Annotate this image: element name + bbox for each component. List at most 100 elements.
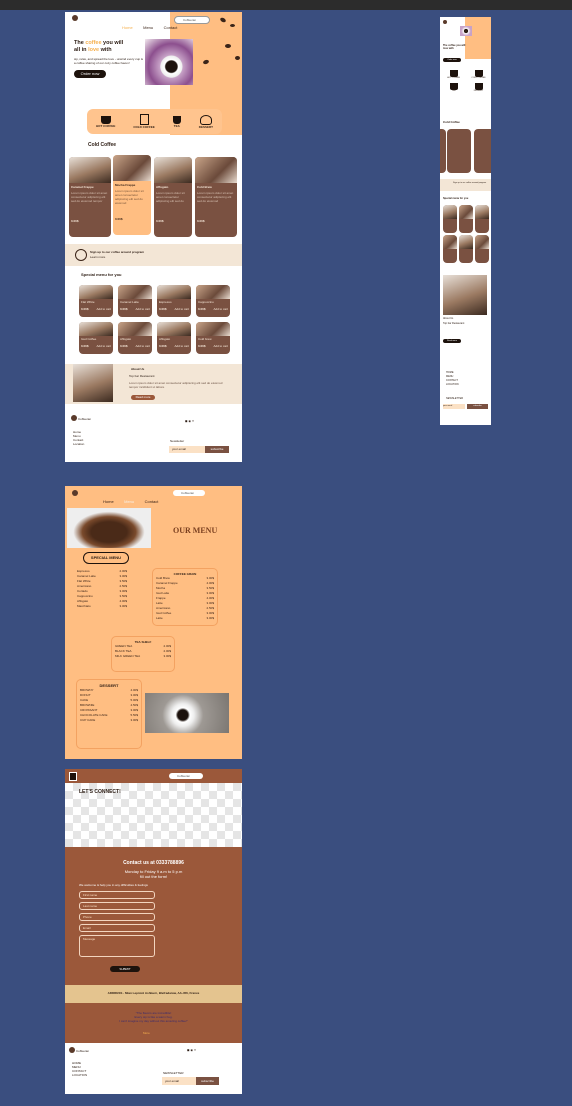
menu-logo-icon[interactable]: [72, 490, 78, 496]
category-tea[interactable]: TEA: [172, 115, 181, 128]
special-add-button[interactable]: Add to cart: [135, 344, 150, 348]
cold-card-3[interactable]: Cold Brew Lorem ipsum dolor sit amet cons…: [195, 157, 237, 237]
learn-more-link[interactable]: Learn more: [90, 255, 105, 259]
mobile-special-photo: [459, 205, 473, 219]
contact-logo-icon[interactable]: [69, 772, 77, 781]
cold-card-2[interactable]: Affogato Lorem ipsum dolor sit amet conse…: [154, 157, 192, 237]
category-dessert[interactable]: DESSERT: [199, 114, 213, 129]
mobile-special-card[interactable]: [443, 235, 457, 263]
search-input[interactable]: Coffeeran: [174, 16, 210, 24]
about-photo: [73, 364, 113, 402]
search-input[interactable]: Coffeeran: [173, 490, 205, 496]
contact-field-phone[interactable]: Phone: [79, 913, 155, 921]
special-item-price: 0.00$: [198, 307, 206, 311]
mobile-special-grid: [443, 205, 489, 263]
contact-field-first-name[interactable]: First name: [79, 891, 155, 899]
nav-menu[interactable]: Menu: [143, 25, 153, 30]
about-read-more-button[interactable]: Read more: [131, 395, 155, 400]
special-item-price: 0.00$: [120, 344, 128, 348]
category-hot-coffee[interactable]: HOT COFFEE: [96, 115, 115, 128]
order-now-button[interactable]: Order now: [74, 70, 106, 78]
footer-logo-icon: [71, 415, 77, 421]
menu-item-price: 3.00$: [206, 616, 214, 620]
special-add-button[interactable]: Add to cart: [213, 344, 228, 348]
newsletter-label: NEWSLETTER: [163, 1071, 184, 1075]
contact-hours: Monday to Friday 9 a.m to 5 p.m fill out…: [65, 869, 242, 879]
special-item-card[interactable]: Affogato 0.00$ Add to cart: [157, 322, 191, 354]
dessert-icon: [474, 83, 483, 90]
mobile-category[interactable]: TEA: [443, 83, 464, 92]
mobile-link-location[interactable]: LOCATION: [446, 383, 459, 387]
contact-field-last-name[interactable]: Last name: [79, 902, 155, 910]
category-cold-coffee[interactable]: COLD COFFEE: [133, 114, 155, 129]
mobile-cold-card[interactable]: [474, 129, 491, 173]
nav-home[interactable]: Home: [122, 25, 133, 30]
logo-icon[interactable]: [72, 15, 78, 21]
menu-item-name: Macchiato: [77, 604, 91, 608]
coffee-bean-decor: [225, 44, 231, 48]
mobile-special-card[interactable]: [459, 205, 473, 233]
mobile-logo-icon[interactable]: [443, 20, 447, 24]
contact-field-email[interactable]: Email: [79, 924, 155, 932]
mobile-hero-photo: [460, 26, 472, 36]
special-item-card[interactable]: Affogato 0.00$ Add to cart: [118, 322, 152, 354]
special-add-button[interactable]: Add to cart: [174, 344, 189, 348]
submit-button[interactable]: SUBMIT: [110, 966, 140, 972]
mobile-hero-peach: [465, 17, 491, 59]
footer-links: HOME MENU CONTACT LOCATION: [72, 1061, 87, 1077]
mobile-order-button[interactable]: Order now: [443, 58, 461, 62]
special-item-card[interactable]: Cappuccino 0.00$ Add to cart: [196, 285, 230, 317]
mobile-special-card[interactable]: [475, 235, 489, 263]
search-input[interactable]: Coffeeran: [169, 773, 203, 779]
subscribe-button[interactable]: subscribe: [205, 446, 229, 453]
nav-menu[interactable]: Menu: [124, 499, 134, 504]
footer-social-icons: ◼ ◉ ✦: [185, 419, 195, 423]
special-add-button[interactable]: Add to cart: [96, 344, 111, 348]
cold-coffee-icon: [139, 114, 149, 125]
nav-home[interactable]: Home: [103, 499, 114, 504]
mobile-special-card[interactable]: [459, 235, 473, 263]
mobile-subscribe-button[interactable]: subscribe: [467, 404, 488, 409]
mobile-category[interactable]: COLD COFFEE: [468, 70, 489, 79]
nav-contact[interactable]: Contact: [145, 499, 159, 504]
signup-text: Sign up to our coffee around program: [90, 250, 144, 254]
mobile-email-input[interactable]: your email: [443, 404, 465, 409]
mobile-special-card[interactable]: [443, 205, 457, 233]
cold-card-0[interactable]: Caramel Frappe Lorem ipsum dolor sit amet…: [69, 157, 111, 237]
mobile-newsletter-label: NEWSLETTER: [446, 397, 464, 400]
contact-field-message[interactable]: Message: [79, 935, 155, 957]
special-add-button[interactable]: Add to cart: [96, 307, 111, 311]
special-item-card[interactable]: Espresso 0.00$ Add to cart: [157, 285, 191, 317]
testimonial-quote: "The flavors are incredible! Every sip i…: [65, 1011, 242, 1023]
mobile-cold-card[interactable]: [440, 129, 446, 173]
hero-coffee-photo: [145, 39, 193, 85]
special-add-button[interactable]: Add to cart: [213, 307, 228, 311]
cold-card-1[interactable]: Mocha Frappe Lorem ipsum dolor sit amet c…: [113, 155, 151, 235]
coffee-cup-photo: [145, 693, 229, 733]
special-item-card[interactable]: Cold brew 0.00$ Add to cart: [196, 322, 230, 354]
mobile-category[interactable]: HOT COFFEE: [443, 70, 464, 79]
mobile-category[interactable]: DESSERT: [468, 83, 489, 92]
mobile-special-photo: [443, 235, 457, 249]
special-add-button[interactable]: Add to cart: [135, 307, 150, 311]
special-item-photo: [157, 322, 191, 336]
mobile-about-title: About Us: [443, 317, 454, 320]
special-item-card[interactable]: Iced Coffee 0.00$ Add to cart: [79, 322, 113, 354]
menu-item-name: CUP CAKE: [80, 718, 96, 722]
mobile-cold-card[interactable]: [447, 129, 471, 173]
contact-phone-line: Contact us at 0333788896: [123, 860, 184, 866]
mobile-signup-banner: [440, 179, 491, 191]
footer-links: Home Menu Contact Location: [73, 430, 84, 446]
testimonial-more-link[interactable]: More: [143, 1031, 150, 1035]
mobile-special-card[interactable]: [475, 205, 489, 233]
mobile-read-more-button[interactable]: Read more: [443, 339, 461, 343]
newsletter-email-input[interactable]: your email: [162, 1077, 197, 1085]
nav-contact[interactable]: Contact: [164, 25, 178, 30]
subscribe-button[interactable]: subscribe: [196, 1077, 219, 1085]
special-item-card[interactable]: Flat White 0.00$ Add to cart: [79, 285, 113, 317]
footer-link-location[interactable]: LOCATION: [72, 1073, 87, 1077]
special-item-card[interactable]: Caramel Latte 0.00$ Add to cart: [118, 285, 152, 317]
footer-link-location[interactable]: Location: [73, 442, 84, 446]
newsletter-email-input[interactable]: your email: [169, 446, 206, 453]
special-add-button[interactable]: Add to cart: [174, 307, 189, 311]
